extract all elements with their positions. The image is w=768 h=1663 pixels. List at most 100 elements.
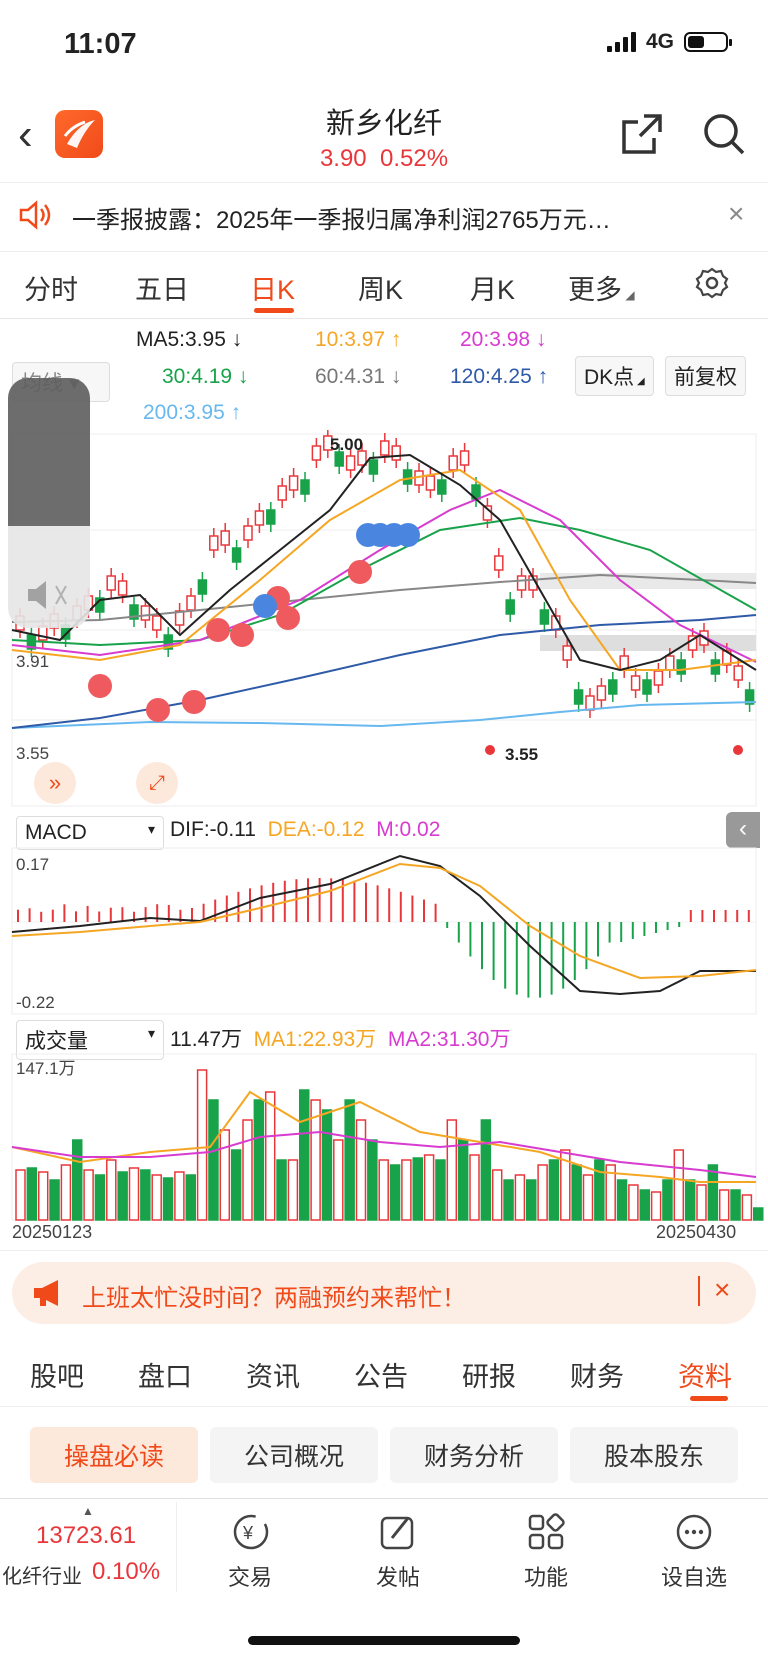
more-icon[interactable]	[674, 1512, 714, 1557]
ma60-label: 60:4.31 ↓	[315, 365, 401, 389]
candle	[176, 603, 184, 633]
status-time: 11:07	[64, 28, 137, 61]
function-icon[interactable]	[526, 1512, 566, 1557]
candle	[381, 433, 389, 463]
candle	[187, 588, 195, 618]
volume-bar	[527, 1180, 536, 1220]
home-indicator	[248, 1636, 520, 1645]
search-icon[interactable]	[702, 112, 746, 161]
tab-zhouk[interactable]: 周K	[358, 268, 403, 307]
up-arrow-icon[interactable]: ▲	[82, 1504, 94, 1518]
candle	[255, 503, 263, 533]
candle	[540, 602, 548, 632]
status-icons: 4G	[607, 30, 728, 54]
tab-gonggao[interactable]: 公告	[354, 1355, 408, 1394]
kline-chart[interactable]: 5.00 3.55 3.91 3.55	[0, 430, 768, 810]
macd-ymax: 0.17	[16, 855, 49, 874]
trade-icon[interactable]: ¥	[230, 1512, 272, 1557]
volume-bar	[300, 1090, 309, 1220]
volume-bar	[447, 1120, 456, 1220]
volume-bar	[584, 1175, 593, 1220]
low-label: 3.55	[505, 745, 538, 764]
volume-bar	[95, 1175, 104, 1220]
volume-bar	[402, 1160, 411, 1220]
divider	[0, 1406, 768, 1407]
candle	[290, 468, 298, 498]
volume-bar	[618, 1180, 627, 1220]
volume-ymax: 147.1万	[16, 1059, 76, 1078]
volume-bar	[73, 1140, 82, 1220]
tab-pankou[interactable]: 盘口	[138, 1355, 192, 1394]
volume-bar	[186, 1175, 195, 1220]
candle	[609, 672, 617, 702]
tab-zixun[interactable]: 资讯	[246, 1355, 300, 1394]
tab-fenshi[interactable]: 分时	[24, 268, 78, 307]
ma-legend: MA5:3.95 ↓ 10:3.97 ↑ 20:3.98 ↓ 30:4.19 ↓…	[0, 328, 768, 428]
volume-overlay[interactable]	[8, 378, 90, 628]
nav-watchlist[interactable]: 设自选	[648, 1560, 740, 1592]
volume-bar	[754, 1208, 763, 1220]
chip-caiwufenxi[interactable]: 财务分析	[390, 1427, 558, 1483]
candle	[312, 438, 320, 468]
nav-trade[interactable]: 交易	[210, 1560, 290, 1592]
tab-more[interactable]: 更多 ◢	[568, 268, 635, 307]
tab-ziliao[interactable]: 资料	[678, 1355, 732, 1394]
volume-bar	[538, 1165, 547, 1220]
fq-button[interactable]: 前复权	[665, 356, 746, 396]
chip-caopan[interactable]: 操盘必读	[30, 1427, 198, 1483]
tab-rik[interactable]: 日K	[250, 268, 295, 307]
candle	[233, 540, 241, 570]
nav-post[interactable]: 发帖	[358, 1560, 438, 1592]
tab-yuek[interactable]: 月K	[470, 268, 515, 307]
index-name[interactable]: 化纤行业	[2, 1560, 82, 1589]
promo-close-icon[interactable]: ×	[714, 1274, 730, 1306]
collapse-arrow-icon[interactable]: ‹	[726, 812, 760, 848]
candle	[96, 590, 104, 620]
volume-bar	[436, 1160, 445, 1220]
volume-bar	[277, 1160, 286, 1220]
share-icon[interactable]	[620, 112, 664, 161]
volume-legend: 11.47万 MA1:22.93万 MA2:31.30万	[170, 1023, 511, 1053]
ma5-label: MA5:3.95 ↓	[136, 328, 242, 352]
fullscreen-icon[interactable]: ⤢	[136, 762, 178, 804]
volume-bar	[686, 1180, 695, 1220]
candle	[632, 668, 640, 698]
divider	[0, 1250, 768, 1251]
settings-icon[interactable]	[695, 266, 729, 305]
volume-bar	[322, 1110, 331, 1220]
volume-bar	[27, 1168, 36, 1220]
nav-function[interactable]: 功能	[506, 1560, 586, 1592]
volume-bar	[232, 1150, 241, 1220]
volume-bar	[572, 1165, 581, 1220]
tab-yanbao[interactable]: 研报	[462, 1355, 516, 1394]
chip-gaikuang[interactable]: 公司概况	[210, 1427, 378, 1483]
volume-bar	[515, 1175, 524, 1220]
divider	[176, 1502, 177, 1592]
chip-guben[interactable]: 股本股东	[570, 1427, 738, 1483]
volume-bar	[118, 1172, 127, 1220]
index-value[interactable]: 13723.61	[36, 1522, 136, 1550]
post-icon[interactable]	[378, 1512, 418, 1557]
notice-text[interactable]: 一季报披露：2025年一季报归属净利润2765万元…	[72, 200, 672, 235]
macd-chart[interactable]: 0.17 -0.22	[0, 846, 768, 1016]
index-change[interactable]: 0.10%	[92, 1558, 160, 1586]
ma120-line	[12, 615, 756, 728]
candle	[130, 597, 138, 627]
macd-select[interactable]: MACD ▾	[16, 816, 164, 850]
tab-caiwu[interactable]: 财务	[570, 1355, 624, 1394]
close-icon[interactable]: ×	[728, 198, 744, 230]
candle	[495, 548, 503, 578]
volume-bar	[697, 1185, 706, 1220]
ma200-line	[12, 702, 756, 728]
dk-button[interactable]: DK点 ◢	[575, 356, 654, 396]
volume-chart[interactable]: 147.1万 20250123 20250430	[0, 1052, 768, 1242]
candle	[404, 462, 412, 492]
expand-left-icon[interactable]: »	[34, 762, 76, 804]
tab-guba[interactable]: 股吧	[30, 1355, 84, 1394]
tab-wuri[interactable]: 五日	[135, 268, 189, 307]
volume-bar	[413, 1158, 422, 1220]
volume-bar	[50, 1180, 59, 1220]
volume-bar	[425, 1155, 434, 1220]
y-top-label: 3.91	[16, 652, 49, 671]
promo-text[interactable]: 上班太忙没时间？两融预约来帮忙！	[82, 1278, 466, 1313]
